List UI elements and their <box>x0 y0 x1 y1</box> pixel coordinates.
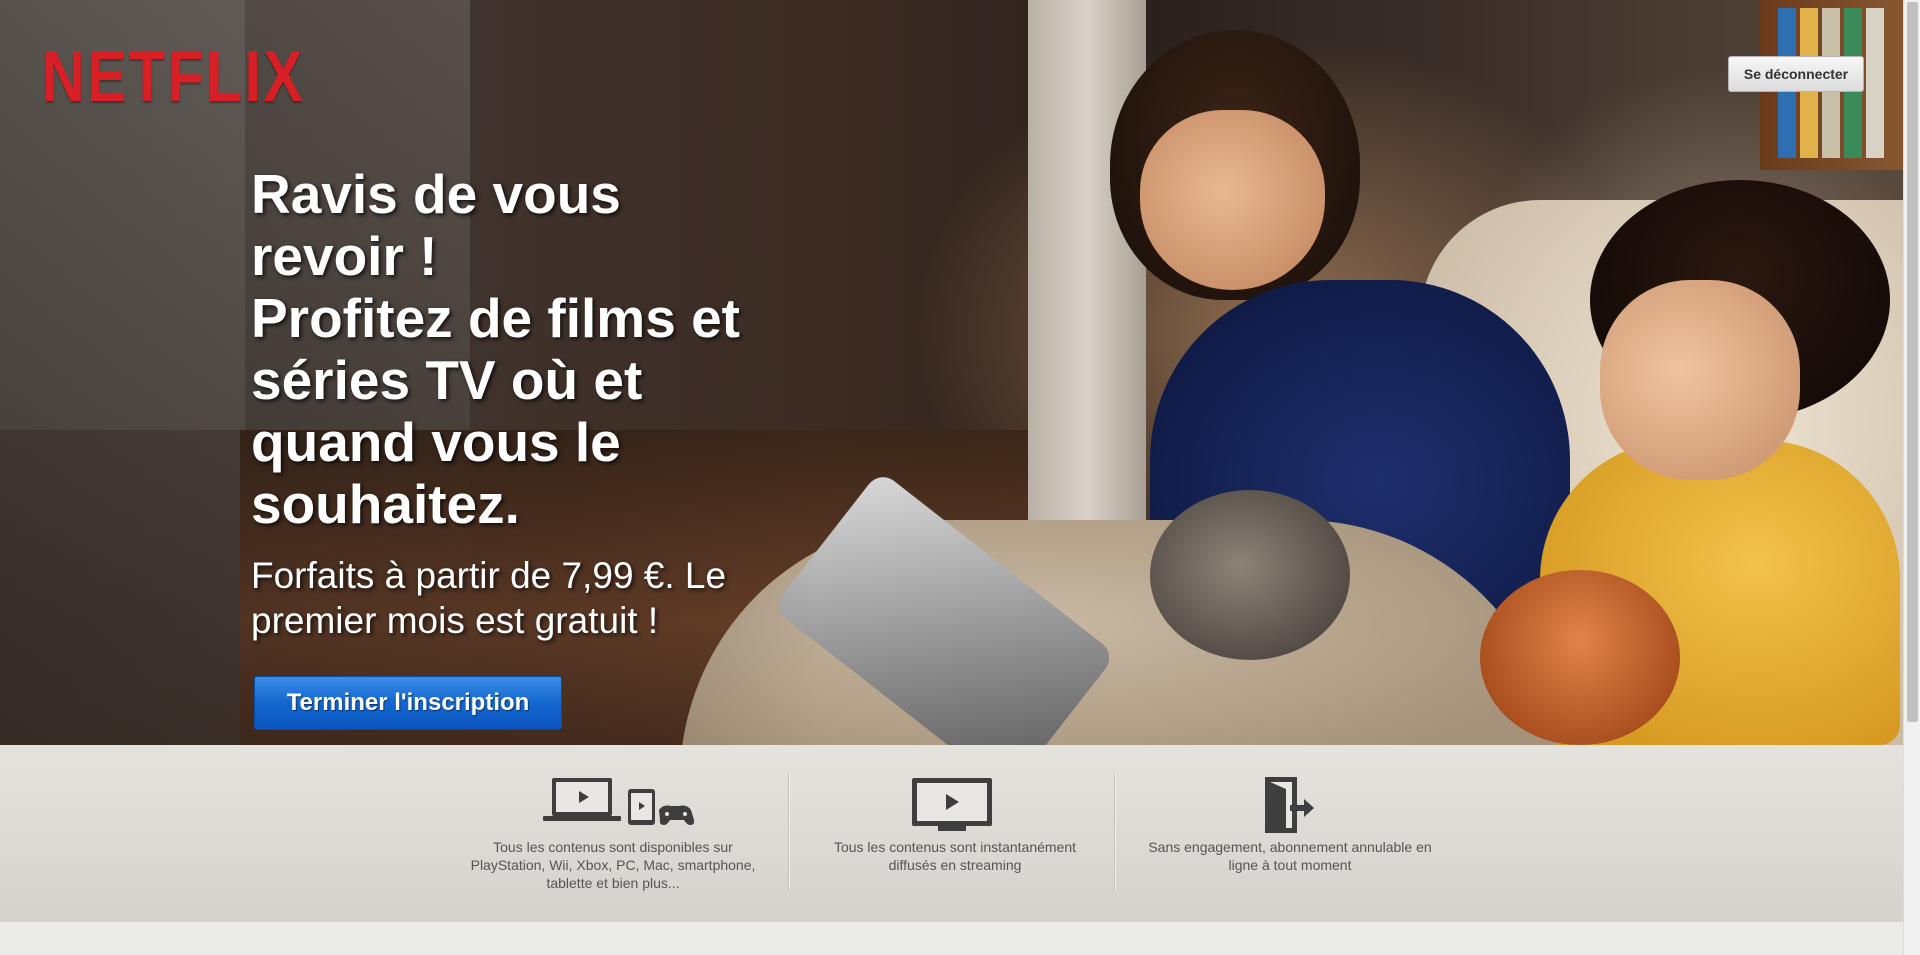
headline-line: quand vous le <box>251 411 621 473</box>
hero-fox-toy <box>1480 570 1680 745</box>
feature-divider <box>788 773 789 891</box>
feature-devices-text: Tous les contenus sont disponibles sur P… <box>463 838 763 892</box>
headline-line: Profitez de films et <box>251 287 740 349</box>
headline-line: Ravis de vous <box>251 163 621 225</box>
hero-headline: Ravis de vous revoir ! Profitez de films… <box>251 163 851 535</box>
feature-streaming: Tous les contenus sont instantanément di… <box>810 745 1100 922</box>
devices-icon <box>463 775 763 835</box>
hero-pricing-text: Forfaits à partir de 7,99 €. Le premier … <box>251 553 831 643</box>
features-strip: Tous les contenus sont disponibles sur P… <box>0 745 1920 922</box>
pricing-line: Forfaits à partir de 7,99 €. Le <box>251 555 727 596</box>
headline-line: séries TV où et <box>251 349 643 411</box>
feature-divider <box>1114 773 1115 891</box>
feature-text-line: Sans engagement, abonnement annulable en <box>1148 839 1432 855</box>
feature-cancel-anytime: Sans engagement, abonnement annulable en… <box>1140 745 1440 922</box>
feature-text-line: ligne à tout moment <box>1228 857 1352 873</box>
hero-background-door <box>1028 0 1146 560</box>
hero-plush-toy <box>1150 490 1350 660</box>
feature-streaming-text: Tous les contenus sont instantanément di… <box>810 838 1100 874</box>
page-footer <box>0 922 1920 955</box>
logout-button[interactable]: Se déconnecter <box>1728 56 1864 92</box>
pricing-line: premier mois est gratuit ! <box>251 600 659 641</box>
feature-devices: Tous les contenus sont disponibles sur P… <box>463 745 763 922</box>
tv-play-icon <box>810 775 1100 835</box>
hero-boy-face <box>1600 280 1800 480</box>
vertical-scrollbar[interactable] <box>1903 0 1920 955</box>
feature-text-line: tablette et bien plus... <box>546 875 680 891</box>
headline-line: revoir ! <box>251 225 438 287</box>
headline-line: souhaitez. <box>251 473 520 535</box>
hero-girl-face <box>1140 110 1325 290</box>
feature-text-line: diffusés en streaming <box>888 857 1022 873</box>
feature-text-line: Tous les contenus sont disponibles sur <box>493 839 733 855</box>
feature-cancel-text: Sans engagement, abonnement annulable en… <box>1140 838 1440 874</box>
feature-text-line: PlayStation, Wii, Xbox, PC, Mac, smartph… <box>470 857 756 873</box>
scrollbar-thumb[interactable] <box>1907 2 1918 722</box>
exit-door-icon <box>1140 775 1440 835</box>
feature-text-line: Tous les contenus sont instantanément <box>833 839 1077 855</box>
book <box>1866 8 1884 158</box>
netflix-logo[interactable]: NETFLIX <box>42 36 305 118</box>
finish-signup-button[interactable]: Terminer l'inscription <box>254 676 562 730</box>
hero-banner: NETFLIX Se déconnecter Ravis de vous rev… <box>0 0 1920 745</box>
